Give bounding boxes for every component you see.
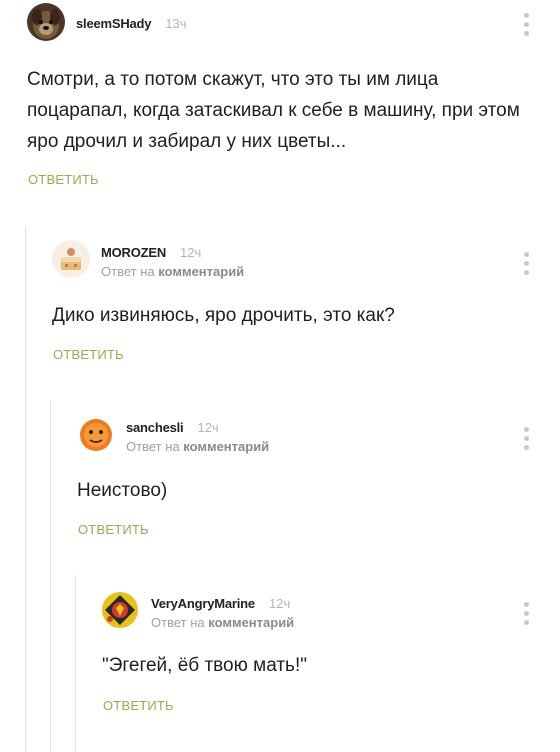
- reply-button[interactable]: ОТВЕТИТЬ: [78, 522, 149, 537]
- reply-to-prefix: Ответ на: [101, 264, 155, 279]
- comment-text: Неистово): [77, 480, 168, 501]
- orange-toy-avatar[interactable]: [77, 415, 115, 453]
- comment-meta: sanchesli 12ч: [126, 419, 219, 437]
- username[interactable]: MOROZEN: [101, 245, 166, 260]
- reply-to-link[interactable]: комментарий: [208, 615, 294, 630]
- cake-avatar[interactable]: [52, 240, 90, 278]
- reply-button[interactable]: ОТВЕТИТЬ: [53, 347, 124, 362]
- reply-to-prefix: Ответ на: [126, 439, 180, 454]
- timestamp: 12ч: [197, 420, 219, 435]
- comment-meta: sleemSHady 13ч: [76, 15, 187, 33]
- reply-button[interactable]: ОТВЕТИТЬ: [28, 172, 99, 187]
- reply-button[interactable]: ОТВЕТИТЬ: [103, 698, 174, 713]
- reply-to-line: Ответ на комментарий: [126, 439, 269, 454]
- thread-line-level-2: [50, 400, 51, 752]
- reply-to-line: Ответ на комментарий: [151, 615, 294, 630]
- comment-text: Дико извиняюсь, яро дрочить, это как?: [52, 305, 395, 326]
- comment-text: "Эгегей, ёб твою мать!": [102, 655, 307, 676]
- timestamp: 12ч: [180, 245, 202, 260]
- username[interactable]: sleemSHady: [76, 16, 152, 31]
- thread-line-level-1: [25, 226, 26, 752]
- thread-line-level-3: [75, 575, 76, 752]
- marine-emblem-avatar[interactable]: [101, 591, 139, 629]
- reply-to-link[interactable]: комментарий: [183, 439, 269, 454]
- dog-avatar[interactable]: [27, 3, 65, 41]
- comment-meta: VeryAngryMarine 12ч: [151, 595, 290, 613]
- comment-text: Смотри, а то потом скажут, что это ты им…: [27, 69, 520, 152]
- timestamp: 12ч: [268, 596, 291, 611]
- more-options-icon[interactable]: [523, 602, 529, 625]
- timestamp: 13ч: [165, 16, 187, 31]
- reply-to-link[interactable]: комментарий: [158, 264, 244, 279]
- comment-meta: MOROZEN 12ч: [101, 244, 201, 262]
- more-options-icon[interactable]: [523, 427, 529, 450]
- more-options-icon[interactable]: [523, 13, 529, 36]
- username[interactable]: VeryAngryMarine: [151, 596, 255, 611]
- reply-to-prefix: Ответ на: [151, 615, 205, 630]
- reply-to-line: Ответ на комментарий: [101, 264, 244, 279]
- username[interactable]: sanchesli: [126, 420, 184, 435]
- more-options-icon[interactable]: [523, 252, 529, 275]
